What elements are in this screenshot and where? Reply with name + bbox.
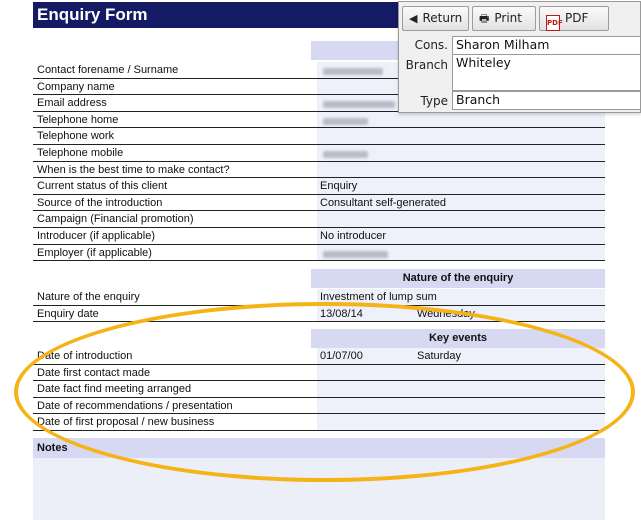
field-value[interactable] <box>317 414 605 430</box>
field-label: Current status of this client <box>37 180 168 193</box>
cons-label: Cons. <box>414 38 448 52</box>
field-label: Enquiry date <box>37 307 99 320</box>
field-value[interactable] <box>317 161 605 178</box>
redacted-value <box>323 101 395 109</box>
return-arrow-icon: ◀ <box>409 12 418 25</box>
form-row: Telephone work <box>33 128 605 145</box>
form-row: Introducer (if applicable) No introducer <box>33 228 605 245</box>
field-label: Nature of the enquiry <box>37 291 140 303</box>
return-button[interactable]: ◀ Return <box>402 6 469 31</box>
field-label: Date first contact made <box>37 366 151 379</box>
field-value[interactable]: 13/08/14 Wednesday <box>317 305 605 322</box>
field-label: Date of introduction <box>37 350 133 362</box>
form-row: Date of recommendations / presentation <box>33 397 605 415</box>
field-label: Company name <box>37 80 115 93</box>
field-value[interactable] <box>317 244 605 261</box>
redacted-value <box>323 151 368 158</box>
field-label: Telephone work <box>37 130 115 143</box>
form-row: Employer (if applicable) <box>33 244 605 262</box>
field-value[interactable] <box>317 111 605 128</box>
field-value-text: No introducer <box>320 230 387 242</box>
print-label: Print <box>494 11 522 25</box>
field-label: Telephone mobile <box>37 147 124 159</box>
pdf-label: PDF <box>565 11 589 25</box>
field-label: Campaign (Financial promotion) <box>37 213 194 226</box>
notes-textarea[interactable] <box>33 458 605 520</box>
field-value-text: 13/08/14 <box>320 307 363 320</box>
field-value[interactable]: No introducer <box>317 228 605 244</box>
form-row: Date of first proposal / new business <box>33 414 605 431</box>
redacted-value <box>323 117 368 125</box>
form-row: Current status of this client Enquiry <box>33 178 605 195</box>
field-value[interactable]: Investment of lump sum <box>317 289 605 305</box>
form-row: Telephone mobile <box>33 145 605 162</box>
field-value-text: 01/07/00 <box>320 350 363 362</box>
field-value[interactable] <box>317 364 605 381</box>
field-label: When is the best time to make contact? <box>37 163 230 176</box>
field-label: Contact forename / Surname <box>37 64 179 76</box>
nature-section-header: Nature of the enquiry <box>311 269 605 288</box>
cons-field[interactable]: Sharon Milham <box>452 36 641 55</box>
field-value-text: Investment of lump sum <box>320 291 437 303</box>
field-value[interactable]: Enquiry <box>317 178 605 194</box>
redacted-value <box>323 250 388 258</box>
form-row: Enquiry date 13/08/14 Wednesday <box>33 305 605 323</box>
field-label: Introducer (if applicable) <box>37 230 156 242</box>
field-label: Date of recommendations / presentation <box>37 399 233 412</box>
print-button[interactable]: 🖶 Print <box>472 6 536 31</box>
field-value[interactable] <box>317 128 605 144</box>
field-value[interactable] <box>317 381 605 397</box>
field-value[interactable] <box>317 211 605 227</box>
form-row: When is the best time to make contact? <box>33 161 605 179</box>
key-events-header: Key events <box>311 329 605 348</box>
field-value[interactable] <box>317 145 605 161</box>
weekday-text: Saturday <box>417 350 462 362</box>
field-label: Source of the introduction <box>37 196 163 209</box>
field-value[interactable] <box>317 397 605 414</box>
form-row: Telephone home <box>33 111 605 129</box>
form-row: Date first contact made <box>33 364 605 382</box>
form-row: Date of introduction 01/07/00 Saturday <box>33 348 605 365</box>
pdf-button[interactable]: PDF PDF <box>539 6 609 31</box>
pdf-icon: PDF <box>546 15 563 31</box>
type-field[interactable]: Branch <box>452 91 641 110</box>
branch-field[interactable]: Whiteley <box>452 54 641 91</box>
form-row: Nature of the enquiry Investment of lump … <box>33 289 605 306</box>
type-value: Branch <box>456 92 501 107</box>
weekday-text: Wednesday <box>417 307 475 320</box>
notes-header: Notes <box>33 438 605 458</box>
branch-label: Branch <box>405 58 448 72</box>
field-label: Telephone home <box>37 113 119 126</box>
form-row: Campaign (Financial promotion) <box>33 211 605 228</box>
field-label: Date of first proposal / new business <box>37 416 215 429</box>
field-label: Email address <box>37 97 107 110</box>
field-label: Employer (if applicable) <box>37 246 152 259</box>
printer-icon: 🖶 <box>479 12 490 25</box>
return-label: Return <box>422 11 463 25</box>
field-label: Date fact find meeting arranged <box>37 383 192 396</box>
form-row: Date fact find meeting arranged <box>33 381 605 398</box>
cons-value: Sharon Milham <box>456 37 550 52</box>
field-value-text: Enquiry <box>320 180 358 193</box>
field-value[interactable]: Consultant self-generated <box>317 194 605 211</box>
redacted-value <box>323 68 383 75</box>
type-label: Type <box>420 94 448 108</box>
form-row: Source of the introduction Consultant sel… <box>33 194 605 212</box>
field-value[interactable]: 01/07/00 Saturday <box>317 348 605 364</box>
field-value-text: Consultant self-generated <box>320 196 446 209</box>
branch-value: Whiteley <box>456 55 511 70</box>
